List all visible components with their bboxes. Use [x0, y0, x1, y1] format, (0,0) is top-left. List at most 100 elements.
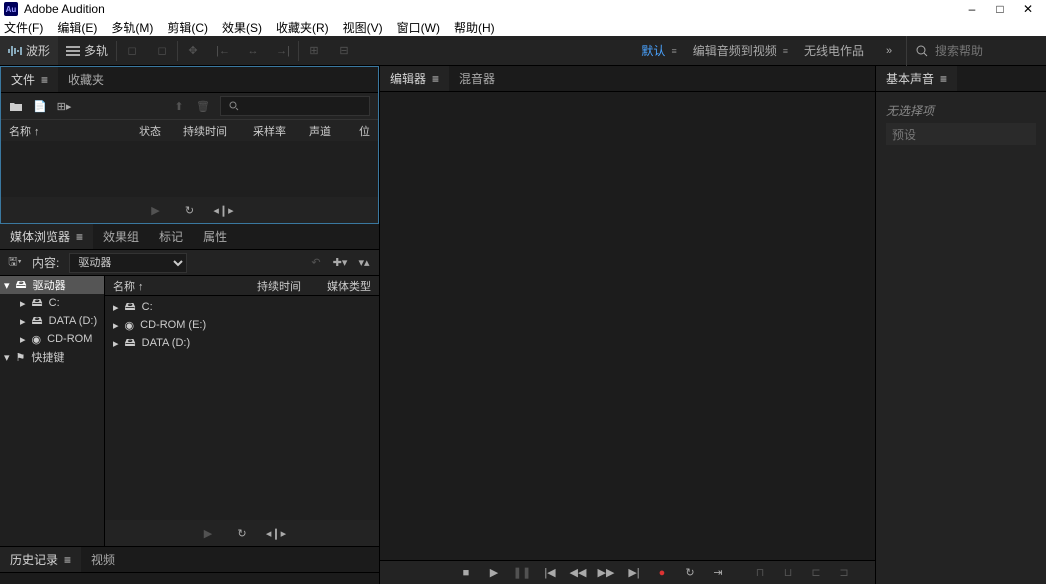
col-status[interactable]: 状态	[139, 123, 183, 139]
menu-clip[interactable]: 剪辑(C)	[167, 19, 208, 36]
menu-multitrack[interactable]: 多轨(M)	[111, 19, 153, 36]
filter-icon[interactable]: ▾▴	[357, 256, 371, 270]
chevron-down-icon: ▾	[4, 351, 10, 364]
hamburger-icon[interactable]: ≡	[432, 72, 439, 86]
record-button[interactable]: ●	[655, 566, 669, 580]
workspace-edit-av[interactable]: 编辑音频到视频 ≡	[693, 42, 786, 59]
content-select[interactable]: 驱动器	[69, 253, 187, 273]
media-play-icon[interactable]: ▶	[201, 526, 215, 540]
list-item[interactable]: ▸ ◉ CD-ROM (E:)	[109, 316, 375, 334]
workspace-radio[interactable]: 无线电作品	[804, 42, 864, 59]
zoom-group-1[interactable]: ⊓	[753, 566, 767, 580]
col-channels[interactable]: 声道	[309, 123, 359, 139]
list-item[interactable]: ▸ 🖴 C:	[109, 298, 375, 316]
trash-icon[interactable]: 🗑	[196, 99, 210, 113]
toolbar-multitrack[interactable]: 多轨	[58, 36, 116, 65]
mcol-duration[interactable]: 持续时间	[257, 278, 327, 294]
menubar: 文件(F) 编辑(E) 多轨(M) 剪辑(C) 效果(S) 收藏夹(R) 视图(…	[0, 18, 1046, 36]
forward-button[interactable]: ▶▶	[599, 566, 613, 580]
rewind-button[interactable]: ◀◀	[571, 566, 585, 580]
tab-media-browser[interactable]: 媒体浏览器 ≡	[0, 224, 93, 249]
menu-window[interactable]: 窗口(W)	[397, 19, 440, 36]
toolbar-razor-tool[interactable]: |←	[208, 36, 238, 65]
toolbar-slip-tool[interactable]: ↔	[238, 36, 268, 65]
files-filter-input[interactable]	[220, 96, 370, 116]
mcol-type[interactable]: 媒体类型	[327, 278, 371, 294]
media-loop-icon[interactable]: ↻	[235, 526, 249, 540]
zoom-group-2[interactable]: ⊔	[781, 566, 795, 580]
media-autoplay-icon[interactable]: ◂❙▸	[269, 526, 283, 540]
back-icon[interactable]: ↶	[309, 256, 323, 270]
minimize-button[interactable]: –	[958, 1, 986, 17]
stop-button[interactable]: ■	[459, 566, 473, 580]
files-play-icon[interactable]: ▶	[149, 203, 163, 217]
tab-history[interactable]: 历史记录 ≡	[0, 547, 81, 572]
tree-drives[interactable]: ▾ 🖴 驱动器	[0, 276, 104, 294]
loop-button[interactable]: ↻	[683, 566, 697, 580]
new-file-icon[interactable]: 📄	[33, 99, 47, 113]
hamburger-icon: ≡	[671, 46, 674, 56]
toolbar-time-tool[interactable]: →|	[268, 36, 298, 65]
tab-properties[interactable]: 属性	[193, 224, 237, 249]
list-item[interactable]: ▸ 🖴 DATA (D:)	[109, 334, 375, 352]
files-loop-icon[interactable]: ↻	[183, 203, 197, 217]
toolbar-tool-2[interactable]: ◻	[147, 36, 177, 65]
new-multitrack-icon[interactable]: ⊞▸	[57, 99, 71, 113]
workspace-default[interactable]: 默认 ≡	[641, 42, 674, 59]
window-title: Adobe Audition	[24, 2, 958, 16]
tree-shortcuts[interactable]: ▾ ⚑ 快捷键	[0, 348, 104, 366]
hamburger-icon[interactable]: ≡	[76, 230, 83, 244]
open-file-icon[interactable]	[9, 99, 23, 113]
toolbar-extra-2[interactable]: ⊟	[329, 36, 359, 65]
menu-help[interactable]: 帮助(H)	[454, 19, 495, 36]
toolbar-tool-1[interactable]: ◻	[117, 36, 147, 65]
tab-basic-sound[interactable]: 基本声音 ≡	[876, 66, 957, 91]
hamburger-icon[interactable]: ≡	[64, 553, 71, 567]
col-duration[interactable]: 持续时间	[183, 123, 253, 139]
search-help-input[interactable]	[935, 44, 1035, 58]
menu-favorites[interactable]: 收藏夹(R)	[276, 19, 329, 36]
tree-d[interactable]: ▸ 🖴 DATA (D:)	[0, 312, 104, 330]
add-shortcut-icon[interactable]: ✚▾	[333, 256, 347, 270]
zoom-group-4[interactable]: ⊐	[837, 566, 851, 580]
maximize-button[interactable]: □	[986, 1, 1014, 17]
tab-video[interactable]: 视频	[81, 547, 125, 572]
flag-icon: ⚑	[16, 351, 26, 364]
tab-effects-rack[interactable]: 效果组	[93, 224, 149, 249]
hamburger-icon[interactable]: ≡	[41, 73, 48, 87]
menu-file[interactable]: 文件(F)	[4, 19, 43, 36]
drive-icon: 🖴	[125, 334, 136, 353]
tab-mixer[interactable]: 混音器	[449, 66, 505, 91]
toolbar-waveform[interactable]: 波形	[0, 36, 58, 65]
menu-view[interactable]: 视图(V)	[343, 19, 383, 36]
chevron-right-icon: ▸	[113, 337, 119, 350]
preset-bar: 预设	[886, 123, 1036, 145]
pause-button[interactable]: ❚❚	[515, 566, 529, 580]
play-button[interactable]: ▶	[487, 566, 501, 580]
media-shortcut-icon[interactable]: 🖫▾	[8, 256, 22, 270]
basic-sound-empty: 无选择项	[886, 104, 934, 118]
tab-markers[interactable]: 标记	[149, 224, 193, 249]
menu-effects[interactable]: 效果(S)	[222, 19, 262, 36]
zoom-group-3[interactable]: ⊏	[809, 566, 823, 580]
goto-end-button[interactable]: ▶|	[627, 566, 641, 580]
mcol-name[interactable]: 名称 ↑	[113, 278, 257, 294]
toolbar-extra-1[interactable]: ⊞	[299, 36, 329, 65]
col-name[interactable]: 名称 ↑	[9, 123, 139, 139]
tab-editor[interactable]: 编辑器 ≡	[380, 66, 449, 91]
tab-favorites[interactable]: 收藏夹	[58, 67, 114, 92]
goto-start-button[interactable]: |◀	[543, 566, 557, 580]
tree-cdrom[interactable]: ▸ ◉ CD-ROM	[0, 330, 104, 348]
toolbar-move-tool[interactable]: ✥	[178, 36, 208, 65]
import-icon[interactable]: ⬆	[172, 99, 186, 113]
files-autoplay-icon[interactable]: ◂❙▸	[217, 203, 231, 217]
tab-file[interactable]: 文件 ≡	[1, 67, 58, 92]
tree-c[interactable]: ▸ 🖴 C:	[0, 294, 104, 312]
skip-selection-button[interactable]: ⇥	[711, 566, 725, 580]
col-pos[interactable]: 位	[359, 123, 370, 139]
menu-edit[interactable]: 编辑(E)	[57, 19, 97, 36]
more-workspaces-icon[interactable]: »	[882, 44, 896, 58]
hamburger-icon[interactable]: ≡	[940, 72, 947, 86]
close-button[interactable]: ✕	[1014, 1, 1042, 17]
col-samplerate[interactable]: 采样率	[253, 123, 309, 139]
